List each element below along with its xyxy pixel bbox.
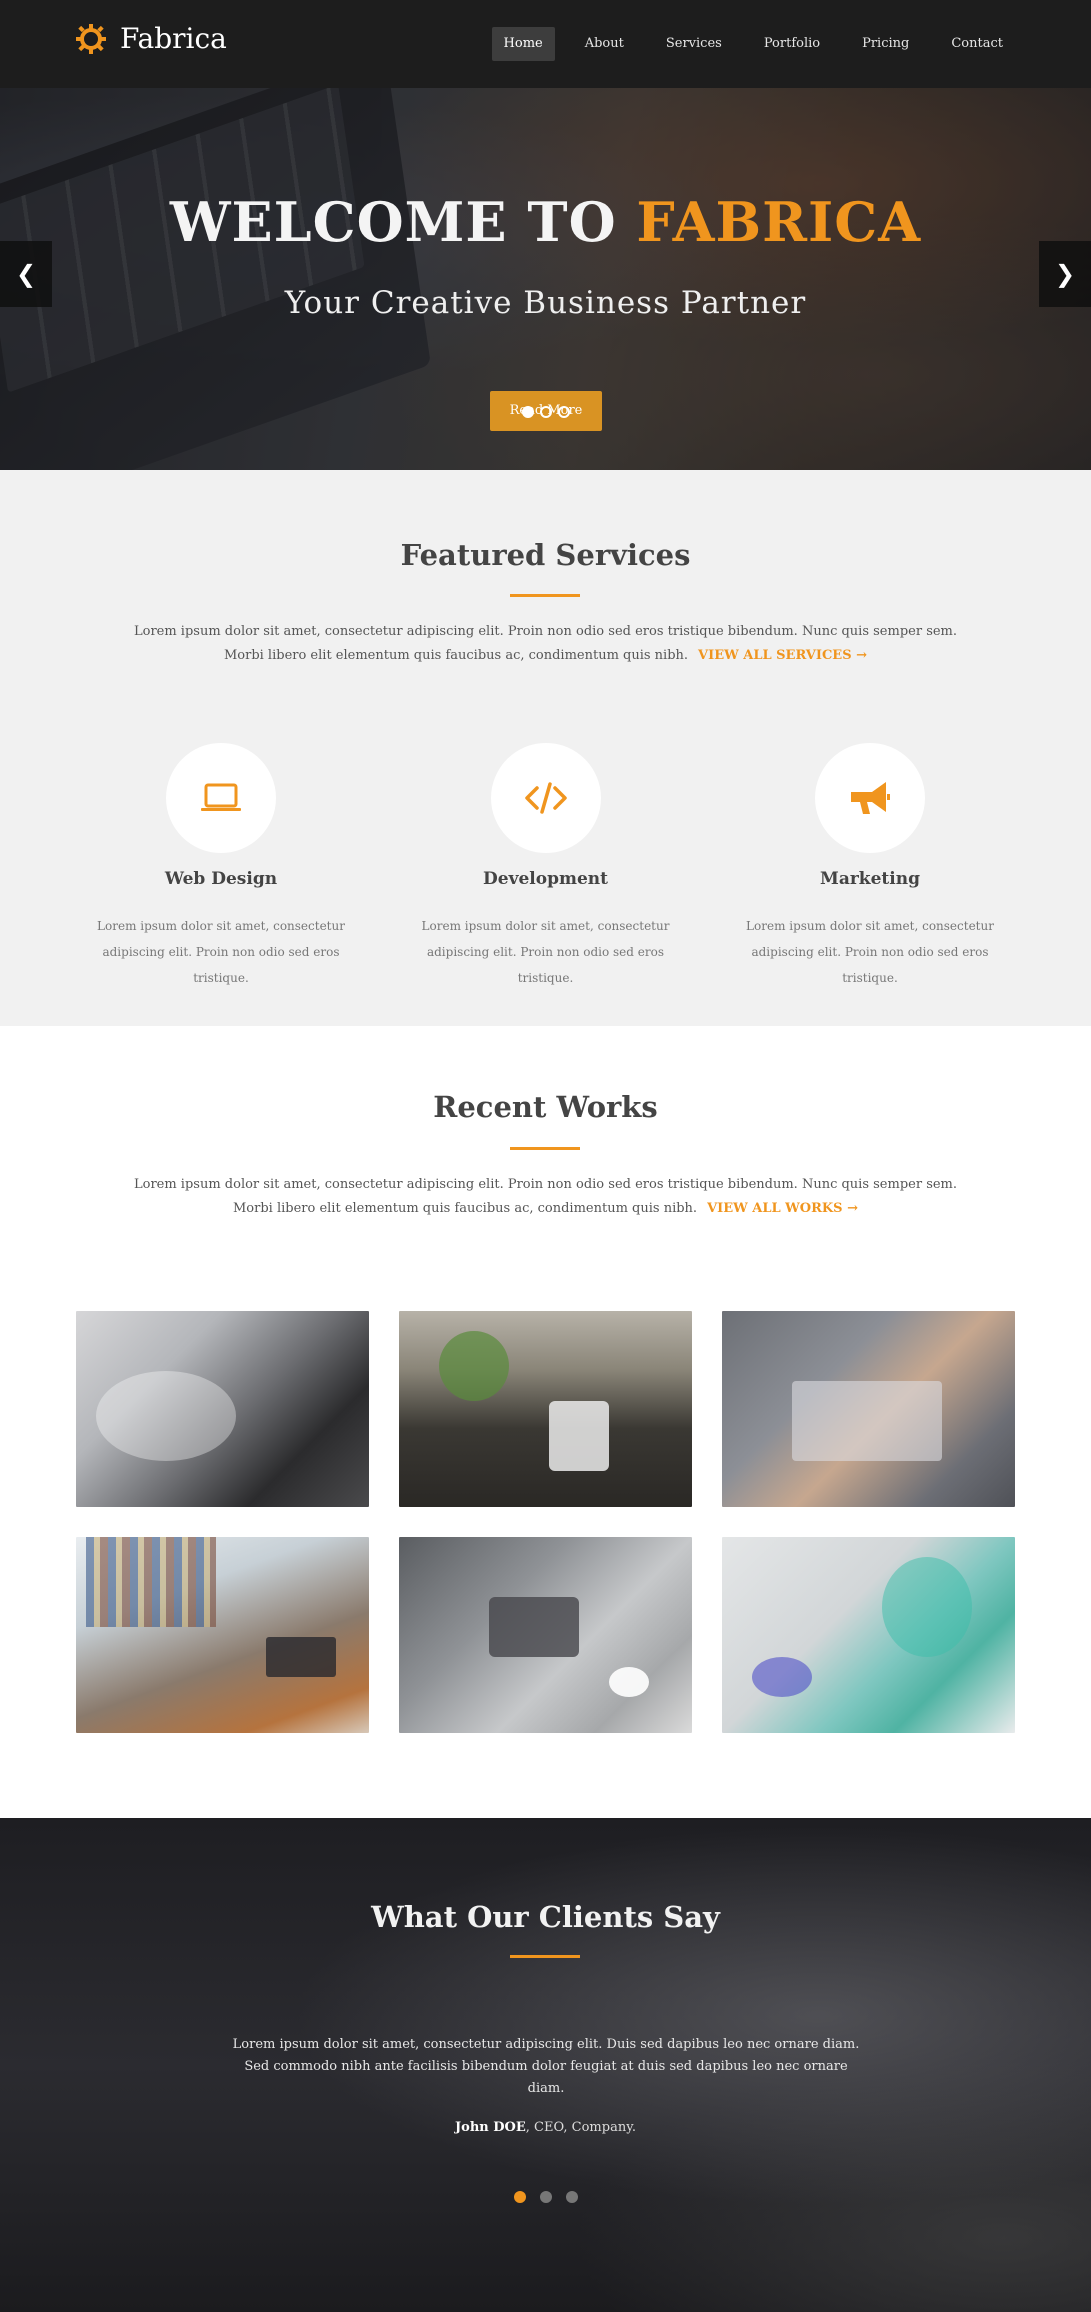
- hero-title-accent: FABRICA: [636, 190, 922, 254]
- hero-subtitle: Your Creative Business Partner: [284, 285, 807, 321]
- service-icon-circle: [815, 743, 925, 853]
- service-development: Development Lorem ipsum dolor sit amet, …: [401, 743, 691, 991]
- testimonial-author: John DOE, CEO, Company.: [0, 2120, 1091, 2135]
- portfolio-item-tablet-coffee[interactable]: [399, 1537, 692, 1733]
- works-desc-line-2: Morbi libero elit elementum quis faucibu…: [0, 1197, 1091, 1221]
- author-role: , CEO, Company.: [525, 2120, 636, 2135]
- view-all-works-link[interactable]: VIEW ALL WORKS →: [707, 1201, 858, 1216]
- chevron-left-icon: ❮: [15, 260, 37, 288]
- image-highlight: [882, 1557, 972, 1657]
- image-highlight: [549, 1401, 609, 1471]
- service-text: Lorem ipsum dolor sit amet, consectetur …: [421, 919, 670, 985]
- image-highlight: [752, 1657, 812, 1697]
- testimonial-dot-1[interactable]: [513, 2191, 526, 2203]
- hero-pagination: [0, 406, 1091, 418]
- image-highlight: [609, 1667, 649, 1697]
- image-highlight: [489, 1597, 579, 1657]
- portfolio-item-magazines[interactable]: [76, 1311, 369, 1507]
- logo[interactable]: Fabrica: [76, 22, 227, 55]
- featured-desc-line-1: Lorem ipsum dolor sit amet, consectetur …: [133, 624, 958, 639]
- author-name: John DOE: [455, 2120, 526, 2135]
- megaphone-icon: [851, 782, 890, 814]
- recent-works-section: Recent Works Lorem ipsum dolor sit amet,…: [0, 1026, 1091, 1818]
- service-title: Web Design: [164, 869, 278, 889]
- hero-title-prefix: WELCOME TO: [169, 190, 637, 254]
- recent-works-title: Recent Works: [433, 1090, 658, 1124]
- service-marketing: Marketing Lorem ipsum dolor sit amet, co…: [725, 743, 1015, 991]
- hero-dot-2[interactable]: [539, 406, 552, 418]
- code-icon: [524, 782, 567, 814]
- slider-prev-button[interactable]: ❮: [0, 241, 52, 307]
- section-divider: [510, 1147, 580, 1150]
- featured-services-description: Lorem ipsum dolor sit amet, consectetur …: [0, 620, 1091, 668]
- service-title: Development: [483, 869, 608, 889]
- services-list: Web Design Lorem ipsum dolor sit amet, c…: [76, 743, 1015, 991]
- portfolio-grid: [76, 1311, 1015, 1733]
- portfolio-item-kitchen-jars[interactable]: [399, 1311, 692, 1507]
- main-nav: Home About Services Portfolio Pricing Co…: [474, 27, 1015, 61]
- works-desc-line-1: Lorem ipsum dolor sit amet, consectetur …: [133, 1177, 958, 1192]
- slider-next-button[interactable]: ❯: [1039, 241, 1091, 307]
- testimonial-quote: Lorem ipsum dolor sit amet, consectetur …: [232, 2037, 860, 2096]
- featured-desc-line-2-text: Morbi libero elit elementum quis faucibu…: [223, 648, 689, 663]
- testimonial-pagination: [0, 2191, 1091, 2203]
- featured-services-title: Featured Services: [400, 538, 691, 572]
- service-title: Marketing: [820, 869, 920, 889]
- gear-logo-icon: [76, 23, 106, 54]
- image-highlight: [266, 1637, 336, 1677]
- featured-services-section: Featured Services Lorem ipsum dolor sit …: [0, 470, 1091, 1026]
- hero-slider: WELCOME TO FABRICA Your Creative Busines…: [0, 88, 1091, 470]
- nav-portfolio[interactable]: Portfolio: [752, 27, 832, 61]
- navbar: Fabrica Home About Services Portfolio Pr…: [0, 0, 1091, 88]
- works-desc-line-2-text: Morbi libero elit elementum quis faucibu…: [232, 1201, 698, 1216]
- testimonial-dot-3[interactable]: [565, 2191, 578, 2203]
- laptop-icon: [201, 783, 241, 811]
- featured-desc-line-2: Morbi libero elit elementum quis faucibu…: [0, 644, 1091, 668]
- nav-about[interactable]: About: [573, 27, 636, 61]
- service-text: Lorem ipsum dolor sit amet, consectetur …: [746, 919, 994, 985]
- image-highlight: [439, 1331, 509, 1401]
- service-text: Lorem ipsum dolor sit amet, consectetur …: [97, 919, 345, 985]
- image-highlight: [96, 1371, 236, 1461]
- hero-title: WELCOME TO FABRICA: [0, 190, 1091, 254]
- recent-works-description: Lorem ipsum dolor sit amet, consectetur …: [0, 1173, 1091, 1221]
- image-highlight: [86, 1537, 216, 1627]
- portfolio-item-flowers-glass[interactable]: [722, 1537, 1015, 1733]
- brand-name: Fabrica: [120, 22, 227, 55]
- portfolio-item-reading-magazine[interactable]: [722, 1311, 1015, 1507]
- hero-dot-1[interactable]: [521, 406, 534, 418]
- section-divider: [510, 1955, 580, 1958]
- testimonials-title: What Our Clients Say: [371, 1900, 720, 1934]
- service-icon-circle: [166, 743, 276, 853]
- nav-home[interactable]: Home: [491, 27, 555, 61]
- chevron-right-icon: ❯: [1054, 260, 1076, 288]
- testimonial-dot-2[interactable]: [539, 2191, 552, 2203]
- portfolio-item-home-office[interactable]: [76, 1537, 369, 1733]
- nav-services[interactable]: Services: [654, 27, 734, 61]
- section-divider: [510, 594, 580, 597]
- service-icon-circle: [490, 743, 601, 853]
- view-all-services-link[interactable]: VIEW ALL SERVICES →: [698, 648, 867, 663]
- testimonials-section: What Our Clients Say Lorem ipsum dolor s…: [0, 1818, 1091, 2312]
- service-web-design: Web Design Lorem ipsum dolor sit amet, c…: [76, 743, 366, 991]
- image-highlight: [792, 1381, 942, 1461]
- hero-dot-3[interactable]: [557, 406, 570, 418]
- nav-pricing[interactable]: Pricing: [850, 27, 921, 61]
- nav-contact[interactable]: Contact: [939, 27, 1015, 61]
